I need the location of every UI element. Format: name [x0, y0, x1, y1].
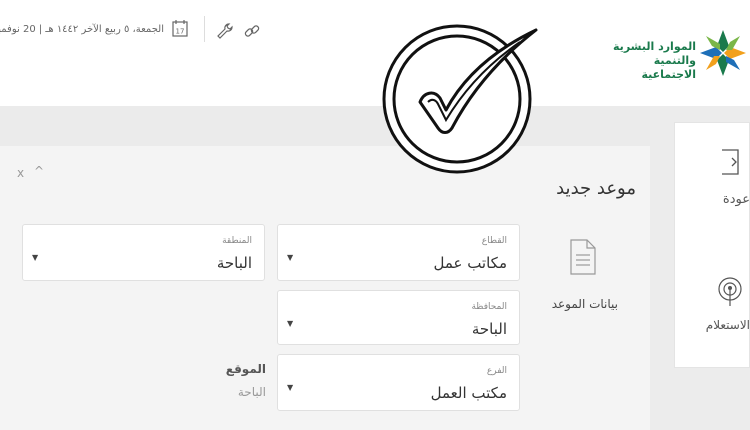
calendar-icon: 17	[172, 20, 188, 37]
logo-text: الموارد البشرية والتنمية الاجتماعية	[596, 40, 696, 82]
branch-select[interactable]: الفرع مكتب العمل ▼	[277, 354, 520, 411]
sector-select[interactable]: القطاع مكاتب عمل ▼	[277, 224, 520, 281]
ministry-logo-icon	[700, 30, 746, 76]
back-icon[interactable]	[718, 148, 744, 176]
header-date: الجمعة، ٥ ربيع الآخر ١٤٤٢ هـ | 20 نوفمبر…	[0, 24, 164, 35]
header-divider	[204, 16, 205, 42]
calendar-day: 17	[176, 28, 185, 36]
close-button[interactable]: x	[17, 166, 24, 180]
governorate-value: الباحة	[471, 320, 507, 338]
content-shadow	[0, 106, 650, 146]
governorate-label: المحافظة	[471, 302, 507, 312]
logo-line-2: والتنمية الاجتماعية	[641, 54, 696, 81]
wrench-icon[interactable]	[216, 22, 234, 40]
chevron-down-icon: ▼	[287, 319, 294, 328]
logo-line-1: الموارد البشرية	[613, 40, 696, 53]
check-circle-icon	[382, 24, 538, 174]
header-bar: الجمعة، ٥ ربيع الآخر ١٤٤٢ هـ | 20 نوفمبر…	[0, 0, 750, 106]
collapse-button[interactable]: ^	[34, 164, 44, 178]
location-value: الباحة	[237, 385, 266, 399]
chevron-down-icon: ▼	[287, 253, 294, 262]
region-label: المنطقة	[222, 236, 252, 246]
location-label: الموقع	[225, 362, 266, 376]
step-label: بيانات الموعد	[551, 297, 618, 311]
document-icon	[570, 239, 596, 275]
governorate-select[interactable]: المحافظة الباحة ▼	[277, 290, 520, 345]
chevron-down-icon: ▼	[32, 253, 39, 262]
sector-label: القطاع	[481, 236, 507, 246]
inquiry-link[interactable]: الاستعلام	[690, 318, 750, 332]
region-select[interactable]: المنطقة الباحة ▼	[22, 224, 265, 281]
branch-label: الفرع	[486, 366, 507, 376]
sector-value: مكاتب عمل	[433, 254, 507, 272]
back-link[interactable]: عودة	[700, 192, 750, 207]
inquiry-icon[interactable]	[716, 276, 744, 308]
page-title: موعد جديد	[556, 178, 636, 199]
chevron-down-icon: ▼	[287, 383, 294, 392]
branch-value: مكتب العمل	[430, 384, 507, 402]
region-value: الباحة	[216, 254, 252, 272]
link-icon[interactable]	[243, 22, 261, 40]
